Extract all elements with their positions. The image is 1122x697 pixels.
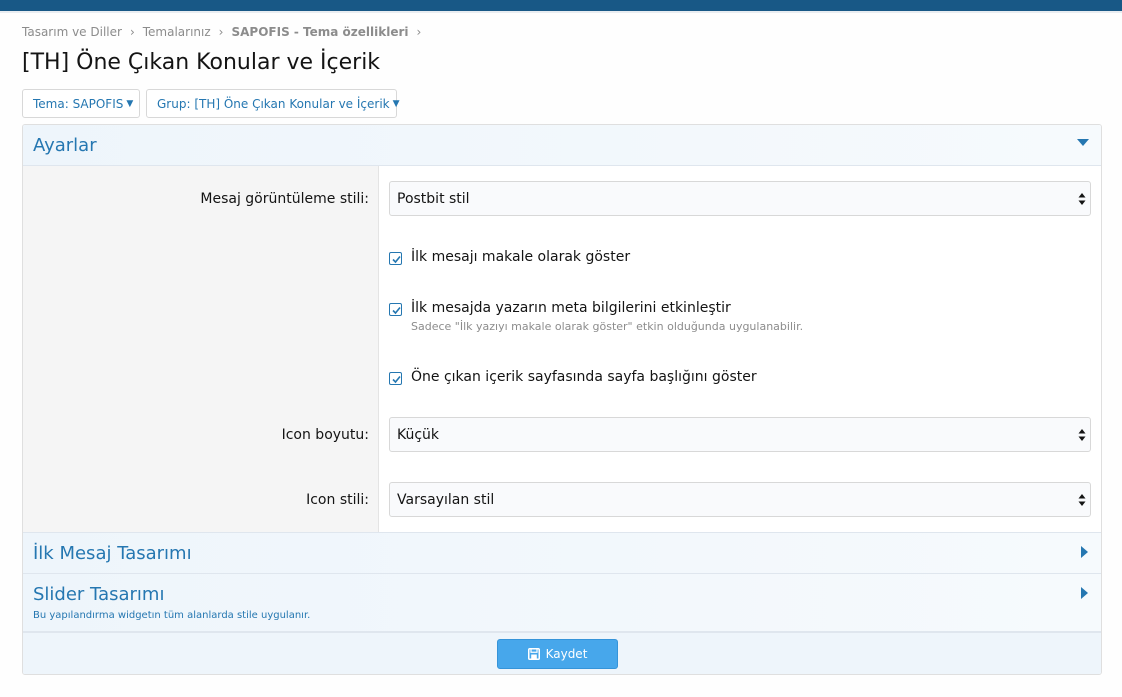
message-style-select[interactable]: Postbit stil	[389, 181, 1091, 216]
caret-down-icon: ▼	[392, 98, 400, 109]
checkbox-label: İlk mesajı makale olarak göster	[411, 249, 631, 265]
icon-style-value: Varsayılan stil	[397, 491, 495, 508]
check-row-first-post-article: İlk mesajı makale olarak göster	[389, 249, 630, 265]
settings-panel: Ayarlar Mesaj görüntüleme stili: Postbit…	[22, 124, 1102, 675]
check-row-author-meta: İlk mesajda yazarın meta bilgilerini etk…	[389, 300, 803, 333]
section-title-slider: Slider Tasarımı	[33, 584, 165, 605]
check-icon	[392, 306, 401, 315]
icon-style-label: Icon stili:	[306, 492, 369, 508]
save-button[interactable]: Kaydet	[497, 639, 618, 669]
breadcrumb-item-theme-props[interactable]: SAPOFIS - Tema özellikleri	[231, 25, 408, 39]
section-header-slider[interactable]: Slider Tasarımı Bu yapılandırma widgetın…	[23, 574, 1101, 632]
check-icon	[392, 375, 401, 384]
check-icon	[392, 255, 401, 264]
select-arrows-icon	[1078, 429, 1086, 441]
form-footer: Kaydet	[23, 632, 1101, 674]
icon-style-select[interactable]: Varsayılan stil	[389, 482, 1091, 517]
checkbox-label: İlk mesajda yazarın meta bilgilerini etk…	[411, 300, 731, 316]
breadcrumb-item-design[interactable]: Tasarım ve Diller	[22, 25, 122, 39]
message-style-label: Mesaj görüntüleme stili:	[200, 191, 369, 207]
breadcrumb-item-themes[interactable]: Temalarınız	[143, 25, 211, 39]
section-title-settings: Ayarlar	[33, 135, 97, 156]
settings-form: Mesaj görüntüleme stili: Postbit stil İl…	[23, 166, 1101, 532]
section-description-slider: Bu yapılandırma widgetın tüm alanlarda s…	[33, 610, 311, 621]
chevron-right-icon: ›	[416, 25, 422, 39]
select-arrows-icon	[1078, 494, 1086, 506]
checkbox-author-meta[interactable]	[389, 303, 402, 316]
icon-size-select[interactable]: Küçük	[389, 417, 1091, 452]
top-bar	[0, 0, 1122, 13]
select-arrows-icon	[1078, 193, 1086, 205]
group-filter-label: Grup: [TH] Öne Çıkan Konular ve İçerik	[157, 96, 390, 111]
section-title-first-post: İlk Mesaj Tasarımı	[33, 543, 192, 564]
chevron-right-icon: ›	[129, 25, 135, 39]
section-header-settings[interactable]: Ayarlar	[23, 125, 1101, 166]
page-title: [TH] Öne Çıkan Konular ve İçerik	[22, 50, 381, 75]
save-button-label: Kaydet	[545, 647, 588, 661]
save-icon	[527, 648, 540, 660]
theme-filter-label: Tema: SAPOFIS	[33, 96, 124, 111]
check-row-page-title: Öne çıkan içerik sayfasında sayfa başlığ…	[389, 369, 757, 385]
checkbox-label: Öne çıkan içerik sayfasında sayfa başlığ…	[411, 369, 757, 385]
label-column	[23, 166, 379, 532]
section-header-first-post[interactable]: İlk Mesaj Tasarımı	[23, 532, 1101, 574]
theme-filter-button[interactable]: Tema: SAPOFIS ▼	[22, 89, 140, 118]
caret-right-icon	[1081, 587, 1088, 599]
message-style-value: Postbit stil	[397, 190, 470, 207]
chevron-right-icon: ›	[218, 25, 224, 39]
caret-down-icon: ▼	[126, 98, 134, 109]
icon-size-value: Küçük	[397, 426, 440, 443]
checkbox-hint: Sadece "İlk yazıyı makale olarak göster"…	[411, 320, 804, 333]
breadcrumb: Tasarım ve Diller › Temalarınız › SAPOFI…	[22, 24, 429, 40]
caret-right-icon	[1081, 546, 1088, 558]
icon-size-label: Icon boyutu:	[281, 427, 369, 443]
checkbox-first-post-article[interactable]	[389, 252, 402, 265]
group-filter-button[interactable]: Grup: [TH] Öne Çıkan Konular ve İçerik ▼	[146, 89, 400, 118]
caret-down-icon	[1077, 139, 1089, 146]
checkbox-page-title[interactable]	[389, 372, 402, 385]
